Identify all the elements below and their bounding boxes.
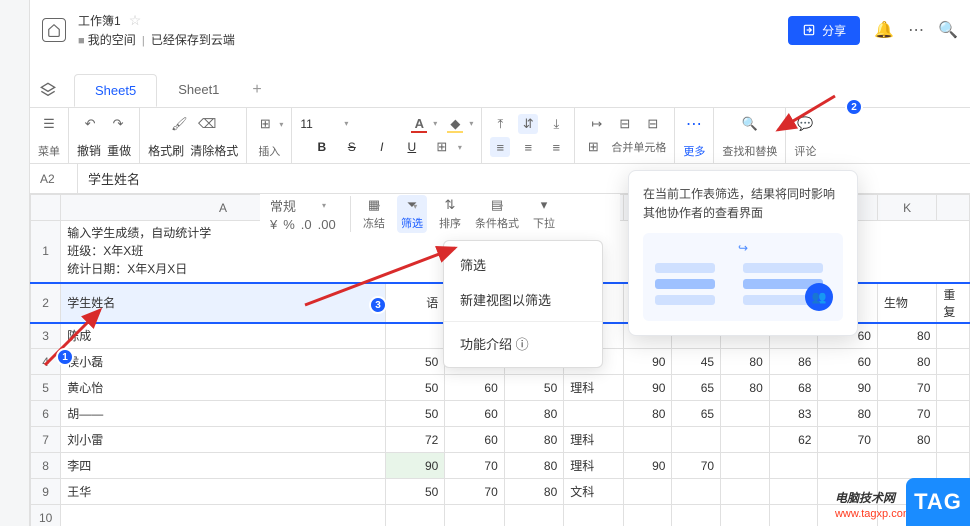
valign-mid-icon[interactable]: ⇵	[518, 114, 538, 134]
underline-icon[interactable]: U	[402, 137, 422, 157]
dropdown-list-icon[interactable]: ▾	[541, 197, 548, 213]
secondary-toolbar: 常规▾ ¥%.0.00 ▦▾冻结 ⏷▾筛选 ⇅排序 ▤▾条件格式 ▾下拉	[260, 194, 620, 234]
menu-icon[interactable]: ☰	[39, 114, 59, 134]
undo-icon[interactable]: ↶	[80, 114, 100, 134]
redo-icon[interactable]: ↷	[108, 114, 128, 134]
clear-format-icon[interactable]: ⌫	[197, 114, 217, 134]
add-tab-button[interactable]: +	[240, 73, 273, 107]
dec-dec-icon[interactable]: .00	[318, 217, 336, 232]
filter-menu-item[interactable]: 新建视图以筛选	[444, 282, 602, 317]
filter-menu-item[interactable]: 功能介绍 ⓘ	[444, 326, 602, 361]
layers-icon[interactable]	[38, 80, 58, 100]
freeze-icon[interactable]: ▦▾	[368, 197, 380, 213]
valign-bot-icon[interactable]: ⤓	[546, 114, 566, 134]
callout-badge-1: 1	[56, 348, 74, 366]
strike-icon[interactable]: S	[342, 137, 362, 157]
format-painter-icon[interactable]: 🖌	[169, 114, 189, 134]
cell[interactable]: 学生姓名	[61, 283, 386, 323]
sort-icon[interactable]: ⇅	[445, 197, 456, 213]
align-center-icon[interactable]: ≡	[518, 137, 538, 157]
tooltip-illustration: ↪ 👥	[643, 233, 843, 321]
callout-badge-3: 3	[369, 296, 387, 314]
col-K[interactable]: K	[877, 195, 936, 221]
search-icon[interactable]: 🔍	[938, 20, 958, 40]
people-icon: 👥	[805, 283, 833, 311]
align-right-icon[interactable]: ≡	[546, 137, 566, 157]
watermark: 电脑技术网 www.tagxp.com	[835, 482, 912, 520]
align-left-icon[interactable]: ≡	[490, 137, 510, 157]
font-color-icon[interactable]: A	[409, 114, 429, 134]
cell-name-box[interactable]: A2	[30, 164, 78, 193]
tab-sheet1[interactable]: Sheet1	[157, 73, 240, 106]
insert-icon[interactable]: ⊞	[255, 114, 275, 134]
doc-title: 工作簿1	[78, 12, 121, 29]
more-icon[interactable]: ⋯	[908, 20, 924, 40]
merge-h-icon[interactable]: ⊟	[615, 114, 635, 134]
tag-badge: TAG	[906, 478, 970, 526]
cond-format-icon[interactable]: ▤▾	[491, 197, 503, 213]
filter-tooltip: 在当前工作表筛选，结果将同时影响其他协作者的查看界面 ↪ 👥	[628, 170, 858, 336]
wrap-icon[interactable]: ↦	[587, 114, 607, 134]
filter-menu-item[interactable]: 筛选	[444, 247, 602, 282]
star-icon[interactable]: ☆	[129, 12, 142, 29]
filter-dropdown: 筛选 新建视图以筛选 功能介绍 ⓘ	[443, 240, 603, 368]
number-format[interactable]: 常规	[270, 196, 296, 215]
currency-icon[interactable]: ¥	[270, 217, 277, 232]
breadcrumb[interactable]: 我的空间	[88, 33, 136, 47]
bold-icon[interactable]: B	[312, 137, 332, 157]
bell-icon[interactable]: 🔔	[874, 20, 894, 40]
percent-icon[interactable]: %	[283, 217, 295, 232]
fill-color-icon[interactable]: ◆	[445, 114, 465, 134]
italic-icon[interactable]: I	[372, 137, 392, 157]
split-icon[interactable]: ⊞	[583, 137, 603, 157]
filter-icon[interactable]: ⏷▾	[407, 197, 417, 213]
border-icon[interactable]: ⊞	[432, 137, 452, 157]
tab-sheet5[interactable]: Sheet5	[74, 74, 157, 107]
dec-inc-icon[interactable]: .0	[301, 217, 312, 232]
more-tools-icon[interactable]: ⋯	[686, 114, 703, 134]
share-button[interactable]: 分享	[788, 16, 860, 45]
save-status: 已经保存到云端	[151, 33, 235, 47]
valign-top-icon[interactable]: ⤒	[490, 114, 510, 134]
find-icon[interactable]: 🔍	[740, 114, 760, 134]
callout-badge-2: 2	[845, 98, 863, 116]
merge-v-icon[interactable]: ⊟	[643, 114, 663, 134]
font-size[interactable]: 11	[300, 117, 340, 131]
home-icon[interactable]	[42, 18, 66, 42]
comment-icon[interactable]: 💬	[795, 114, 815, 134]
formula-bar[interactable]: 学生姓名	[78, 169, 140, 188]
